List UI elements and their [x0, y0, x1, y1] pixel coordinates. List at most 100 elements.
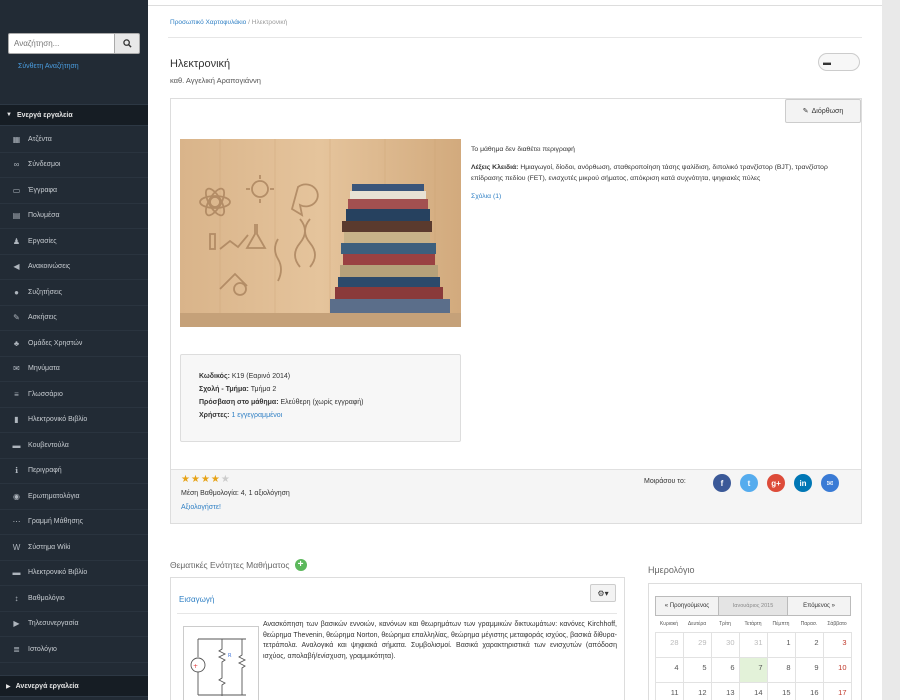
calendar-day[interactable]: 4 [654, 656, 684, 683]
unit-divider [177, 613, 617, 614]
sidebar-item-label: Σύστημα Wiki [28, 543, 71, 551]
star-filled-icon[interactable]: ★ [191, 475, 200, 485]
calendar-day[interactable]: 9 [794, 656, 824, 683]
sidebar-item-label: Ηλεκτρονικό Βιβλίο [28, 569, 88, 577]
rate-link[interactable]: Αξιολογήστε! [181, 504, 221, 511]
sidebar-item[interactable]: ♣ Ομάδες Χρηστών [0, 331, 148, 357]
rating-stars[interactable]: ★ ★ ★ ★ ★ [181, 475, 230, 485]
calendar-day[interactable]: 28 [654, 631, 684, 658]
sidebar-item-label: Γλωσσάριο [28, 390, 63, 398]
calendar-nav: « Προηγούμενος Ιανουάριος 2015 Επόμενος … [655, 596, 851, 616]
users-link[interactable]: 1 εγγεγραμμένοι [231, 412, 282, 419]
breadcrumb-home[interactable]: Προσωπικό Χαρτοφυλάκιο [170, 19, 246, 26]
right-gutter [882, 0, 900, 700]
sidebar-item-label: Γραμμή Μάθησης [28, 518, 84, 526]
edit-button[interactable]: ✎ Διόρθωση [785, 99, 861, 123]
unit-settings-button[interactable]: ⚙▾ [590, 584, 616, 602]
page-title: Ηλεκτρονική [170, 58, 231, 70]
sidebar-item[interactable]: ≣ Ιστολόγιο [0, 637, 148, 663]
calendar-day[interactable]: 5 [682, 656, 712, 683]
sidebar-item[interactable]: ◉ Ερωτηματολόγια [0, 484, 148, 510]
keywords-value: Ημιαγωγοί, δίοδοι, ανόρθωση, σταθεροποίη… [471, 163, 828, 183]
calendar-day[interactable]: 16 [794, 681, 824, 700]
course-users: Χρήστες: 1 εγγεγραμμένοι [199, 412, 283, 419]
calendar-grid: 28 29 30 31 1 2 3 4 5 6 7 8 9 10 11 12 13 14 15 16 17 [654, 631, 852, 700]
sidebar-item[interactable]: ◀ Ανακοινώσεις [0, 255, 148, 280]
search-button[interactable] [114, 33, 140, 54]
calendar-month-label: Ιανουάριος 2015 [719, 596, 787, 616]
sidebar-item[interactable]: ▬ Ηλεκτρονικό Βιβλίο [0, 561, 148, 586]
sidebar-item-label: Ηλεκτρονικό Βιβλίο [28, 416, 88, 424]
email-icon[interactable]: ✉ [821, 474, 839, 492]
calendar-day[interactable]: 2 [794, 631, 824, 658]
edit-icon: ✎ [13, 313, 20, 323]
comments-link[interactable]: Σχόλια (1) [471, 193, 501, 200]
sidebar-item[interactable]: ● Συζητήσεις [0, 280, 148, 306]
google-plus-icon[interactable]: g+ [767, 474, 785, 492]
units-title-text: Θεματικές Ενότητες Μαθήματος [170, 560, 290, 570]
calendar-day[interactable]: 30 [710, 631, 740, 658]
sidebar-item[interactable]: ▤ Πολυμέσα [0, 204, 148, 229]
card-footer: ★ ★ ★ ★ ★ Μέση Βαθμολογία: 4, 1 αξιολόγηση Α… [171, 469, 861, 523]
star-empty-icon[interactable]: ★ [221, 475, 230, 485]
calendar-day[interactable]: 11 [654, 681, 684, 700]
sidebar-item[interactable]: W Σύστημα Wiki [0, 535, 148, 561]
sidebar-item[interactable]: ▬ Κουβεντούλα [0, 433, 148, 459]
sidebar-item[interactable]: ♟ Εργασίες [0, 229, 148, 255]
calendar-day[interactable]: 6 [710, 656, 740, 683]
calendar-day[interactable]: 17 [822, 681, 852, 700]
calendar-prev-button[interactable]: « Προηγούμενος [655, 596, 719, 616]
search-input[interactable] [8, 33, 114, 54]
search-icon [122, 39, 132, 48]
sidebar-item-label: Ερωτηματολόγια [28, 492, 80, 500]
calendar-title: Ημερολόγιο [648, 565, 695, 575]
sidebar-item[interactable]: ✎ Ασκήσεις [0, 306, 148, 331]
advanced-search-link[interactable]: Σύνθετη Αναζήτηση [18, 63, 79, 70]
calendar-day[interactable]: 1 [766, 631, 796, 658]
sidebar-item[interactable]: ℹ Περιγραφή [0, 459, 148, 484]
calendar-day[interactable]: 31 [738, 631, 768, 658]
sidebar-item-label: Κουβεντούλα [28, 441, 69, 449]
calendar-day[interactable]: 13 [710, 681, 740, 700]
calendar-day[interactable]: 12 [682, 681, 712, 700]
sidebar-item[interactable]: ↕ Βαθμολόγιο [0, 586, 148, 612]
calendar-day[interactable]: 7 [738, 656, 768, 683]
sidebar-item[interactable]: ✉ Μηνύματα [0, 357, 148, 382]
sidebar-item[interactable]: ▦ Ατζέντα [0, 127, 148, 153]
link-icon: ∞ [13, 160, 20, 170]
sidebar-item-label: Συζητήσεις [28, 288, 63, 296]
view-toggle[interactable]: ▬ [818, 53, 860, 71]
star-filled-icon[interactable]: ★ [201, 475, 210, 485]
wiki-icon: W [12, 542, 21, 552]
sidebar-item[interactable]: ▮ Ηλεκτρονικό Βιβλίο [0, 408, 148, 433]
unit-title-link[interactable]: Εισαγωγή [179, 595, 214, 604]
calendar-weekday: Τετάρτη [744, 621, 762, 627]
calendar-weekday: Πέμπτη [772, 621, 790, 627]
star-filled-icon[interactable]: ★ [211, 475, 220, 485]
sidebar-item[interactable]: ▭ Έγγραφα [0, 178, 148, 204]
sidebar-item[interactable]: ∞ Σύνδεσμοι [0, 153, 148, 178]
active-tools-header[interactable]: ▼ Ενεργά εργαλεία [0, 104, 148, 126]
calendar-day[interactable]: 14 [738, 681, 768, 700]
calendar-day[interactable]: 15 [766, 681, 796, 700]
add-unit-icon[interactable]: + [294, 559, 307, 571]
sidebar-item[interactable]: ▶ Τηλεσυνεργασία [0, 612, 148, 637]
star-filled-icon[interactable]: ★ [181, 475, 190, 485]
calendar-day[interactable]: 3 [822, 631, 852, 658]
sidebar-item-label: Πολυμέσα [28, 212, 60, 220]
active-tools-label: Ενεργά εργαλεία [16, 111, 73, 119]
keywords: Λέξεις Κλειδιά: Ημιαγωγοί, δίοδοι, ανόρθ… [471, 162, 851, 185]
sidebar-item[interactable]: ⋯ Γραμμή Μάθησης [0, 510, 148, 535]
rating-text: Μέση Βαθμολογία: 4, 1 αξιολόγηση [181, 490, 290, 497]
inactive-tools-header[interactable]: ▶ Ανενεργά εργαλεία [0, 675, 148, 697]
user-icon: ♟ [12, 236, 21, 246]
linkedin-icon[interactable]: in [794, 474, 812, 492]
calendar-day[interactable]: 29 [682, 631, 712, 658]
calendar-next-button[interactable]: Επόμενος » [787, 596, 851, 616]
calendar-day[interactable]: 10 [822, 656, 852, 683]
facebook-icon[interactable]: f [713, 474, 731, 492]
calendar-day[interactable]: 8 [766, 656, 796, 683]
sidebar-item-label: Εργασίες [28, 237, 57, 245]
sidebar-item[interactable]: ≡ Γλωσσάριο [0, 382, 148, 408]
twitter-icon[interactable]: t [740, 474, 758, 492]
